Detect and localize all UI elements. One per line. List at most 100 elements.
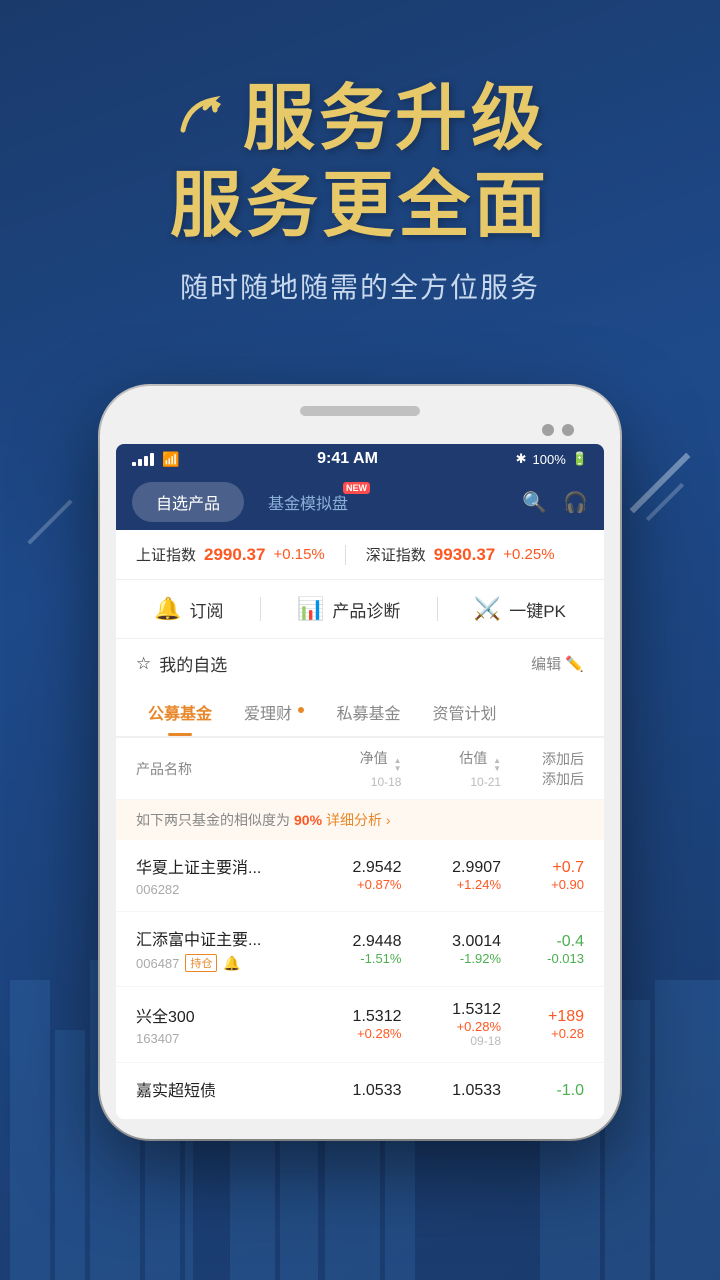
subscribe-icon: 🔔 — [154, 596, 181, 622]
fund-nav-2: 1.5312 +0.28% — [302, 1008, 402, 1041]
hero-title-text2: 服务更全面 — [40, 167, 680, 246]
phone-screen: 📶 9:41 AM ✱ 100% 🔋 自选产品 基金模拟盘 🔍 — [116, 444, 604, 1119]
phone-camera-1 — [542, 424, 554, 436]
shanghai-label: 上证指数 — [136, 544, 196, 565]
category-tabs[interactable]: 公募基金 爱理财 私募基金 资管计划 — [116, 688, 604, 738]
signal-bar-2 — [138, 459, 142, 466]
wifi-icon: 📶 — [162, 451, 179, 468]
fund-code-2: 163407 — [136, 1031, 302, 1046]
edit-icon: ✏️ — [565, 656, 584, 673]
nav-tab-jijin[interactable]: 基金模拟盘 — [244, 482, 372, 522]
shanghai-value: 2990.37 — [204, 545, 265, 565]
fund-add-2: +189 +0.28 — [501, 1008, 584, 1041]
fund-row-1[interactable]: 汇添富中证主要... 006487 持仓 🔔 2.9448 -1.51% 3.0… — [116, 912, 604, 987]
holding-tag: 持仓 — [185, 954, 217, 972]
fund-add-1: -0.4 -0.013 — [501, 933, 584, 966]
fund-nav-3: 1.0533 — [302, 1082, 402, 1100]
bluetooth-icon: ✱ — [516, 451, 527, 467]
shenzhen-value: 9930.37 — [434, 545, 495, 565]
phone-cameras — [116, 424, 604, 436]
watchlist-title: ☆ 我的自选 — [136, 651, 227, 676]
similarity-link[interactable]: 详细分析 › — [326, 810, 391, 830]
similarity-banner: 如下两只基金的相似度为 90% 详细分析 › — [116, 800, 604, 840]
hero-title-text1: 服务升级 — [243, 80, 547, 159]
tools-row: 🔔 订阅 📊 产品诊断 ⚔️ 一键PK — [116, 580, 604, 639]
fund-est-3: 1.0533 — [401, 1082, 501, 1100]
signal-bar-4 — [150, 453, 154, 466]
search-icon[interactable]: 🔍 — [522, 490, 547, 515]
upgrade-arrow-icon — [173, 90, 233, 150]
hero-subtitle: 随时随地随需的全方位服务 — [40, 266, 680, 306]
battery-text: 100% — [533, 452, 566, 467]
col-add-header: 添加后 添加后 — [501, 749, 584, 789]
signal-bars — [132, 453, 154, 466]
fund-est-0: 2.9907 +1.24% — [401, 859, 501, 892]
battery-icon: 🔋 — [572, 451, 588, 467]
fund-est-2: 1.5312 +0.28% 09-18 — [401, 1001, 501, 1048]
status-bar: 📶 9:41 AM ✱ 100% 🔋 — [116, 444, 604, 474]
similarity-text: 如下两只基金的相似度为 — [136, 810, 290, 830]
phone-speaker — [300, 406, 420, 416]
fund-name-2: 兴全300 — [136, 1003, 302, 1027]
nav-sort-icon: ▲▼ — [394, 757, 402, 773]
col-product-name: 产品名称 — [136, 759, 302, 779]
col-nav-header[interactable]: 净值 ▲▼ 10-18 — [302, 748, 402, 789]
headset-icon[interactable]: 🎧 — [563, 490, 588, 515]
fund-name-1: 汇添富中证主要... — [136, 926, 302, 950]
fund-code-1: 006487 持仓 🔔 — [136, 954, 302, 972]
fund-info-1: 汇添富中证主要... 006487 持仓 🔔 — [136, 926, 302, 972]
tool-pk[interactable]: ⚔️ 一键PK — [474, 596, 566, 622]
signal-bar-1 — [132, 462, 136, 466]
col-est-header[interactable]: 估值 ▲▼ 10-21 — [401, 748, 501, 789]
hero-title-line1: 服务升级 — [40, 80, 680, 159]
bell-icon: 🔔 — [223, 955, 240, 972]
watchlist-header: ☆ 我的自选 编辑 ✏️ — [116, 639, 604, 688]
market-ticker: 上证指数 2990.37 +0.15% 深证指数 9930.37 +0.25% — [116, 530, 604, 580]
shenzhen-change: +0.25% — [503, 546, 554, 563]
fund-add-0: +0.7 +0.90 — [501, 859, 584, 892]
tool-diagnose[interactable]: 📊 产品诊断 — [297, 596, 400, 622]
fund-info-2: 兴全300 163407 — [136, 1003, 302, 1046]
shenzhen-label: 深证指数 — [366, 544, 426, 565]
tab-public-fund[interactable]: 公募基金 — [132, 688, 228, 736]
tab-asset-plan[interactable]: 资管计划 — [417, 688, 513, 736]
table-header: 产品名称 净值 ▲▼ 10-18 估值 ▲▼ 10-21 添加后 添加后 — [116, 738, 604, 800]
hero-section: 服务升级 服务更全面 随时随地随需的全方位服务 — [0, 0, 720, 346]
ticker-divider — [345, 545, 346, 565]
fund-row-0[interactable]: 华夏上证主要消... 006282 2.9542 +0.87% 2.9907 +… — [116, 840, 604, 912]
tab-wealth-mgmt[interactable]: 爱理财 — [228, 688, 320, 736]
shanghai-change: +0.15% — [273, 546, 324, 563]
signal-bar-3 — [144, 456, 148, 466]
pk-icon: ⚔️ — [474, 596, 501, 622]
fund-est-1: 3.0014 -1.92% — [401, 933, 501, 966]
tool-subscribe[interactable]: 🔔 订阅 — [154, 596, 223, 622]
app-nav[interactable]: 自选产品 基金模拟盘 🔍 🎧 — [116, 474, 604, 530]
fund-info-0: 华夏上证主要消... 006282 — [136, 854, 302, 897]
fund-code-0: 006282 — [136, 882, 302, 897]
phone-outer: 📶 9:41 AM ✱ 100% 🔋 自选产品 基金模拟盘 🔍 — [100, 386, 620, 1139]
tab-private-fund[interactable]: 私募基金 — [320, 688, 416, 736]
similarity-pct: 90% — [294, 812, 322, 828]
status-time: 9:41 AM — [317, 450, 378, 468]
fund-name-3: 嘉实超短债 — [136, 1077, 302, 1101]
fund-info-3: 嘉实超短债 — [136, 1077, 302, 1105]
fund-nav-1: 2.9448 -1.51% — [302, 933, 402, 966]
watchlist-icon: ☆ — [136, 654, 151, 674]
shenzhen-ticker: 深证指数 9930.37 +0.25% — [366, 544, 555, 565]
fund-add-3: -1.0 — [501, 1082, 584, 1100]
diagnose-icon: 📊 — [297, 596, 324, 622]
fund-name-0: 华夏上证主要消... — [136, 854, 302, 878]
edit-button[interactable]: 编辑 ✏️ — [531, 653, 584, 674]
fund-row-3[interactable]: 嘉实超短债 1.0533 1.0533 -1.0 — [116, 1063, 604, 1119]
phone-mockup: 📶 9:41 AM ✱ 100% 🔋 自选产品 基金模拟盘 🔍 — [0, 386, 720, 1139]
fund-row-2[interactable]: 兴全300 163407 1.5312 +0.28% 1.5312 +0.28%… — [116, 987, 604, 1063]
fund-nav-0: 2.9542 +0.87% — [302, 859, 402, 892]
status-left: 📶 — [132, 451, 179, 468]
nav-icons: 🔍 🎧 — [522, 490, 588, 515]
tool-divider-2 — [437, 597, 438, 621]
nav-tab-zixuan[interactable]: 自选产品 — [132, 482, 244, 522]
shanghai-ticker: 上证指数 2990.37 +0.15% — [136, 544, 325, 565]
status-right: ✱ 100% 🔋 — [516, 451, 588, 467]
phone-camera-2 — [562, 424, 574, 436]
tool-divider-1 — [260, 597, 261, 621]
